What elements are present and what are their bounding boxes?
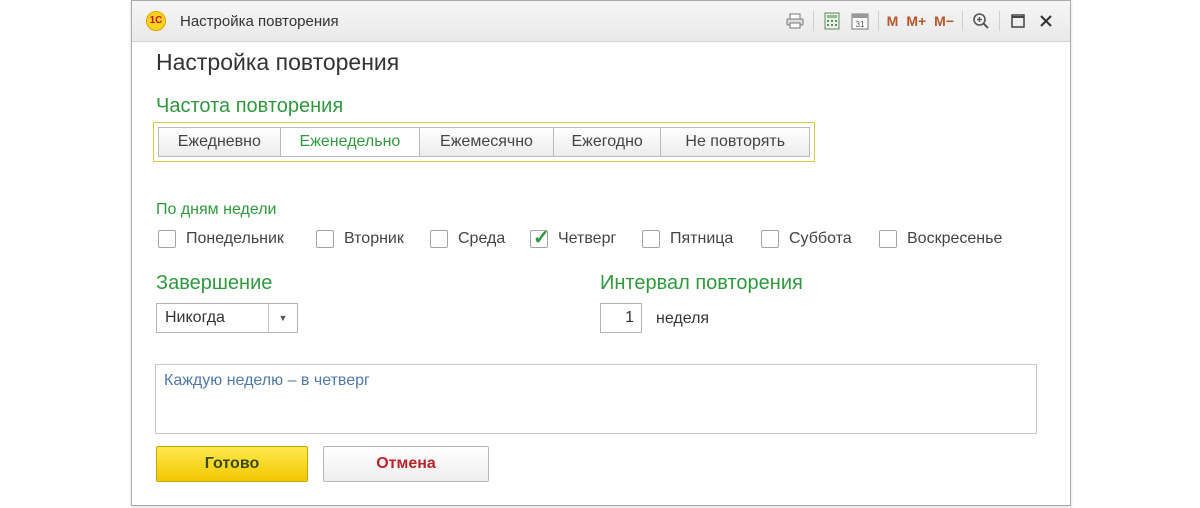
frequency-option-none[interactable]: Не повторять — [660, 127, 811, 157]
weekdays-label: По дням недели — [156, 201, 277, 218]
title-bar: 1С Настройка повторения 31 M M+ M− — [132, 1, 1070, 42]
weekday-label: Среда — [458, 230, 506, 247]
checkbox-checked[interactable]: ✓ — [530, 227, 550, 249]
interval-input[interactable]: 1 — [600, 303, 642, 333]
interval-unit-label: неделя — [656, 310, 710, 327]
print-icon[interactable] — [781, 8, 809, 34]
toolbar-separator — [962, 11, 963, 31]
title-bar-toolbar: 31 M M+ M− — [781, 8, 1060, 34]
toolbar-separator — [812, 11, 814, 31]
checkbox[interactable] — [642, 230, 660, 248]
weekday-label: Воскресенье — [907, 230, 1003, 247]
calendar-day-label: 31 — [855, 20, 864, 29]
completion-value: Никогда — [165, 309, 225, 326]
interval-label: Интервал повторения — [600, 272, 803, 294]
weekday-label: Понедельник — [186, 230, 284, 247]
frequency-label: Частота повторения — [156, 95, 344, 117]
zoom-icon[interactable] — [967, 8, 995, 34]
weekday-label: Вторник — [344, 230, 404, 247]
checkbox[interactable] — [430, 230, 448, 248]
completion-select[interactable]: Никогда ▼ — [156, 303, 298, 333]
weekday-label: Пятница — [670, 230, 734, 247]
checkbox[interactable] — [316, 230, 334, 248]
weekday-label: Четверг — [558, 230, 617, 247]
frequency-option-daily[interactable]: Ежедневно — [158, 127, 280, 157]
window-title: Настройка повторения — [180, 13, 339, 30]
checkbox[interactable] — [879, 230, 897, 248]
page-title: Настройка повторения — [156, 49, 400, 75]
dropdown-arrow-icon[interactable]: ▼ — [268, 304, 297, 332]
cancel-button[interactable]: Отмена — [323, 446, 489, 482]
completion-label: Завершение — [156, 272, 273, 294]
checkmark-icon: ✓ — [533, 227, 550, 249]
frequency-option-yearly[interactable]: Ежегодно — [552, 127, 661, 157]
maximize-icon[interactable] — [1004, 8, 1032, 34]
memory-m-icon[interactable]: M — [883, 8, 903, 34]
weekday-friday[interactable]: Пятница — [642, 227, 733, 251]
toolbar-separator — [877, 11, 879, 31]
weekday-saturday[interactable]: Суббота — [761, 227, 852, 251]
toolbar-separator — [999, 11, 1000, 31]
memory-minus-icon[interactable]: M− — [930, 8, 958, 34]
weekday-thursday[interactable]: ✓ Четверг — [530, 227, 616, 251]
weekday-sunday[interactable]: Воскресенье — [879, 227, 1002, 251]
checkbox[interactable] — [158, 230, 176, 248]
memory-plus-icon[interactable]: M+ — [902, 8, 930, 34]
frequency-option-weekly[interactable]: Еженедельно — [279, 127, 420, 157]
close-icon[interactable] — [1032, 8, 1060, 34]
recurrence-description: Каждую неделю – в четверг — [155, 364, 1037, 434]
weekday-wednesday[interactable]: Среда — [430, 227, 505, 251]
weekday-label: Суббота — [789, 230, 852, 247]
app-logo-icon: 1С — [146, 11, 166, 31]
weekday-tuesday[interactable]: Вторник — [316, 227, 404, 251]
done-button[interactable]: Готово — [156, 446, 308, 482]
checkbox[interactable] — [761, 230, 779, 248]
weekday-monday[interactable]: Понедельник — [158, 227, 284, 251]
frequency-selector: Ежедневно Еженедельно Ежемесячно Ежегодн… — [153, 122, 815, 162]
frequency-option-monthly[interactable]: Ежемесячно — [419, 127, 553, 157]
dialog-window: 1С Настройка повторения 31 M M+ M− Настр… — [131, 0, 1071, 506]
calculator-icon[interactable] — [818, 8, 846, 34]
calendar-icon[interactable]: 31 — [846, 8, 874, 34]
